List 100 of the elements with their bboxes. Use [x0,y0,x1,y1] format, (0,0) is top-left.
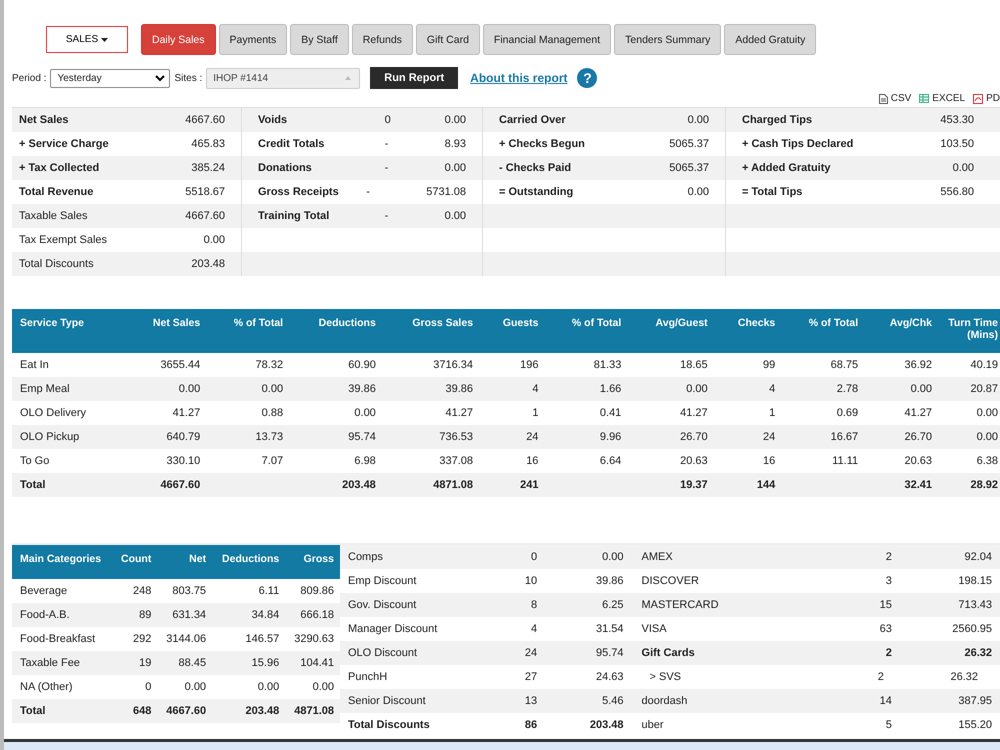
summary-value: 4667.60 [185,114,225,126]
table-cell: 196 [481,353,546,377]
discount-count: 24 [496,641,546,665]
payment-count: 5 [848,713,900,737]
payment-amount: 92.04 [900,544,1000,569]
column-header: Turn Time (Mins) [940,309,1000,353]
table-cell: 666.18 [285,603,340,627]
table-cell: 146.57 [212,627,286,651]
table-cell: 3655.44 [128,353,208,377]
payment-count: 15 [848,593,900,617]
summary-value: 0.00 [204,234,225,246]
table-cell: 41.27 [866,401,940,425]
discount-name: Gov. Discount [340,593,496,617]
total-cell: 203.48 [342,479,376,491]
table-cell: Food-A.B. [12,603,113,627]
discount-count: 13 [496,689,546,713]
export-link[interactable]: CSV [878,93,912,104]
period-dropdown[interactable]: Yesterday [50,68,170,88]
payment-count: 14 [848,689,900,713]
discount-count: 86 [496,713,546,737]
report-tab[interactable]: Refunds [352,24,413,55]
triangle-up-icon [345,76,352,80]
summary-value: 556.80 [940,186,974,198]
table-cell: 41.27 [128,401,208,425]
table-cell: 0.69 [783,401,866,425]
summary-value: 5731.08 [426,186,466,198]
table-cell: 0.00 [285,675,340,699]
discount-name: Senior Discount [340,689,496,713]
summary-count: - [384,210,390,222]
table-cell: 40.19 [940,353,1000,377]
report-tab[interactable]: Financial Management [482,24,612,55]
column-header: Avg/Guest [629,309,716,353]
chevron-down-icon [155,74,166,82]
summary-value: 4667.60 [185,210,225,222]
summary-value: 8.93 [444,138,466,150]
report-tab[interactable]: Payments [218,24,288,55]
payment-name: Gift Cards [632,641,848,665]
column-header: Checks [716,309,784,353]
summary-label: Taxable Sales [19,210,88,222]
report-tab[interactable]: Tenders Summary [614,24,722,55]
run-report-button[interactable]: Run Report [370,67,458,89]
discount-name: OLO Discount [340,641,496,665]
report-tab[interactable]: Added Gratuity [724,24,816,55]
table-cell: 640.79 [128,425,208,449]
discount-name: Comps [340,544,496,569]
table-cell: 9.96 [546,425,630,449]
summary-label: + Service Charge [19,138,110,150]
table-cell: 0.00 [940,401,1000,425]
table-cell: 11.11 [783,449,866,473]
discount-name: Total Discounts [340,713,496,737]
sales-menu-button[interactable]: SALES [46,26,128,53]
total-cell: 28.92 [970,479,998,491]
table-cell: 41.27 [629,401,716,425]
summary-label: Total Revenue [19,186,94,198]
summary-value: 0.00 [444,162,466,174]
table-cell: 20.87 [940,377,1000,401]
table-cell: 89 [112,603,158,627]
payment-amount: 26.32 [900,641,1000,665]
summary-value: 385.24 [191,162,225,174]
about-report-link[interactable]: About this report [470,71,568,85]
column-header: Net [157,544,212,579]
table-cell: 248 [112,579,158,603]
table-cell: 0.00 [291,401,384,425]
total-cell: 4667.60 [160,479,200,491]
table-cell: Emp Meal [12,377,128,401]
payment-name: AMEX [632,544,848,569]
sites-field[interactable]: IHOP #1414 [206,68,360,88]
summary-label: Carried Over [499,114,567,126]
summary-label: = Total Tips [742,186,804,198]
total-cell: 32.41 [904,479,932,491]
payment-amount: 713.43 [900,593,1000,617]
summary-value: 0.00 [952,162,974,174]
table-cell: 736.53 [384,425,482,449]
table-cell: 16 [481,449,546,473]
report-tab[interactable]: Daily Sales [141,24,216,55]
summary-label: Voids [258,114,288,126]
export-link[interactable]: EXCEL [919,93,966,104]
payment-count: 63 [848,617,900,641]
summary-label: Net Sales [19,114,70,126]
payment-count: 2 [848,665,900,689]
discount-amount: 5.46 [545,689,632,713]
payment-amount: 26.32 [900,665,1000,689]
summary-count: - [384,138,390,150]
total-cell: 203.48 [212,699,286,723]
summary-value: 103.50 [940,138,974,150]
discount-amount: 6.25 [545,593,632,617]
column-header: % of Total [208,309,292,353]
table-cell: 19 [112,651,158,675]
column-header: Guests [481,309,546,353]
report-tab[interactable]: By Staff [290,24,349,55]
table-cell: 36.92 [866,353,940,377]
table-cell: 803.75 [157,579,212,603]
period-label: Period : [12,72,46,84]
table-cell: 41.27 [384,401,482,425]
report-tab[interactable]: Gift Card [416,24,480,55]
table-cell: OLO Delivery [12,401,128,425]
table-cell: 0.00 [866,377,940,401]
column-header: Deductions [291,309,384,353]
help-icon[interactable]: ? [577,68,598,88]
export-link[interactable]: PD [973,93,1000,104]
